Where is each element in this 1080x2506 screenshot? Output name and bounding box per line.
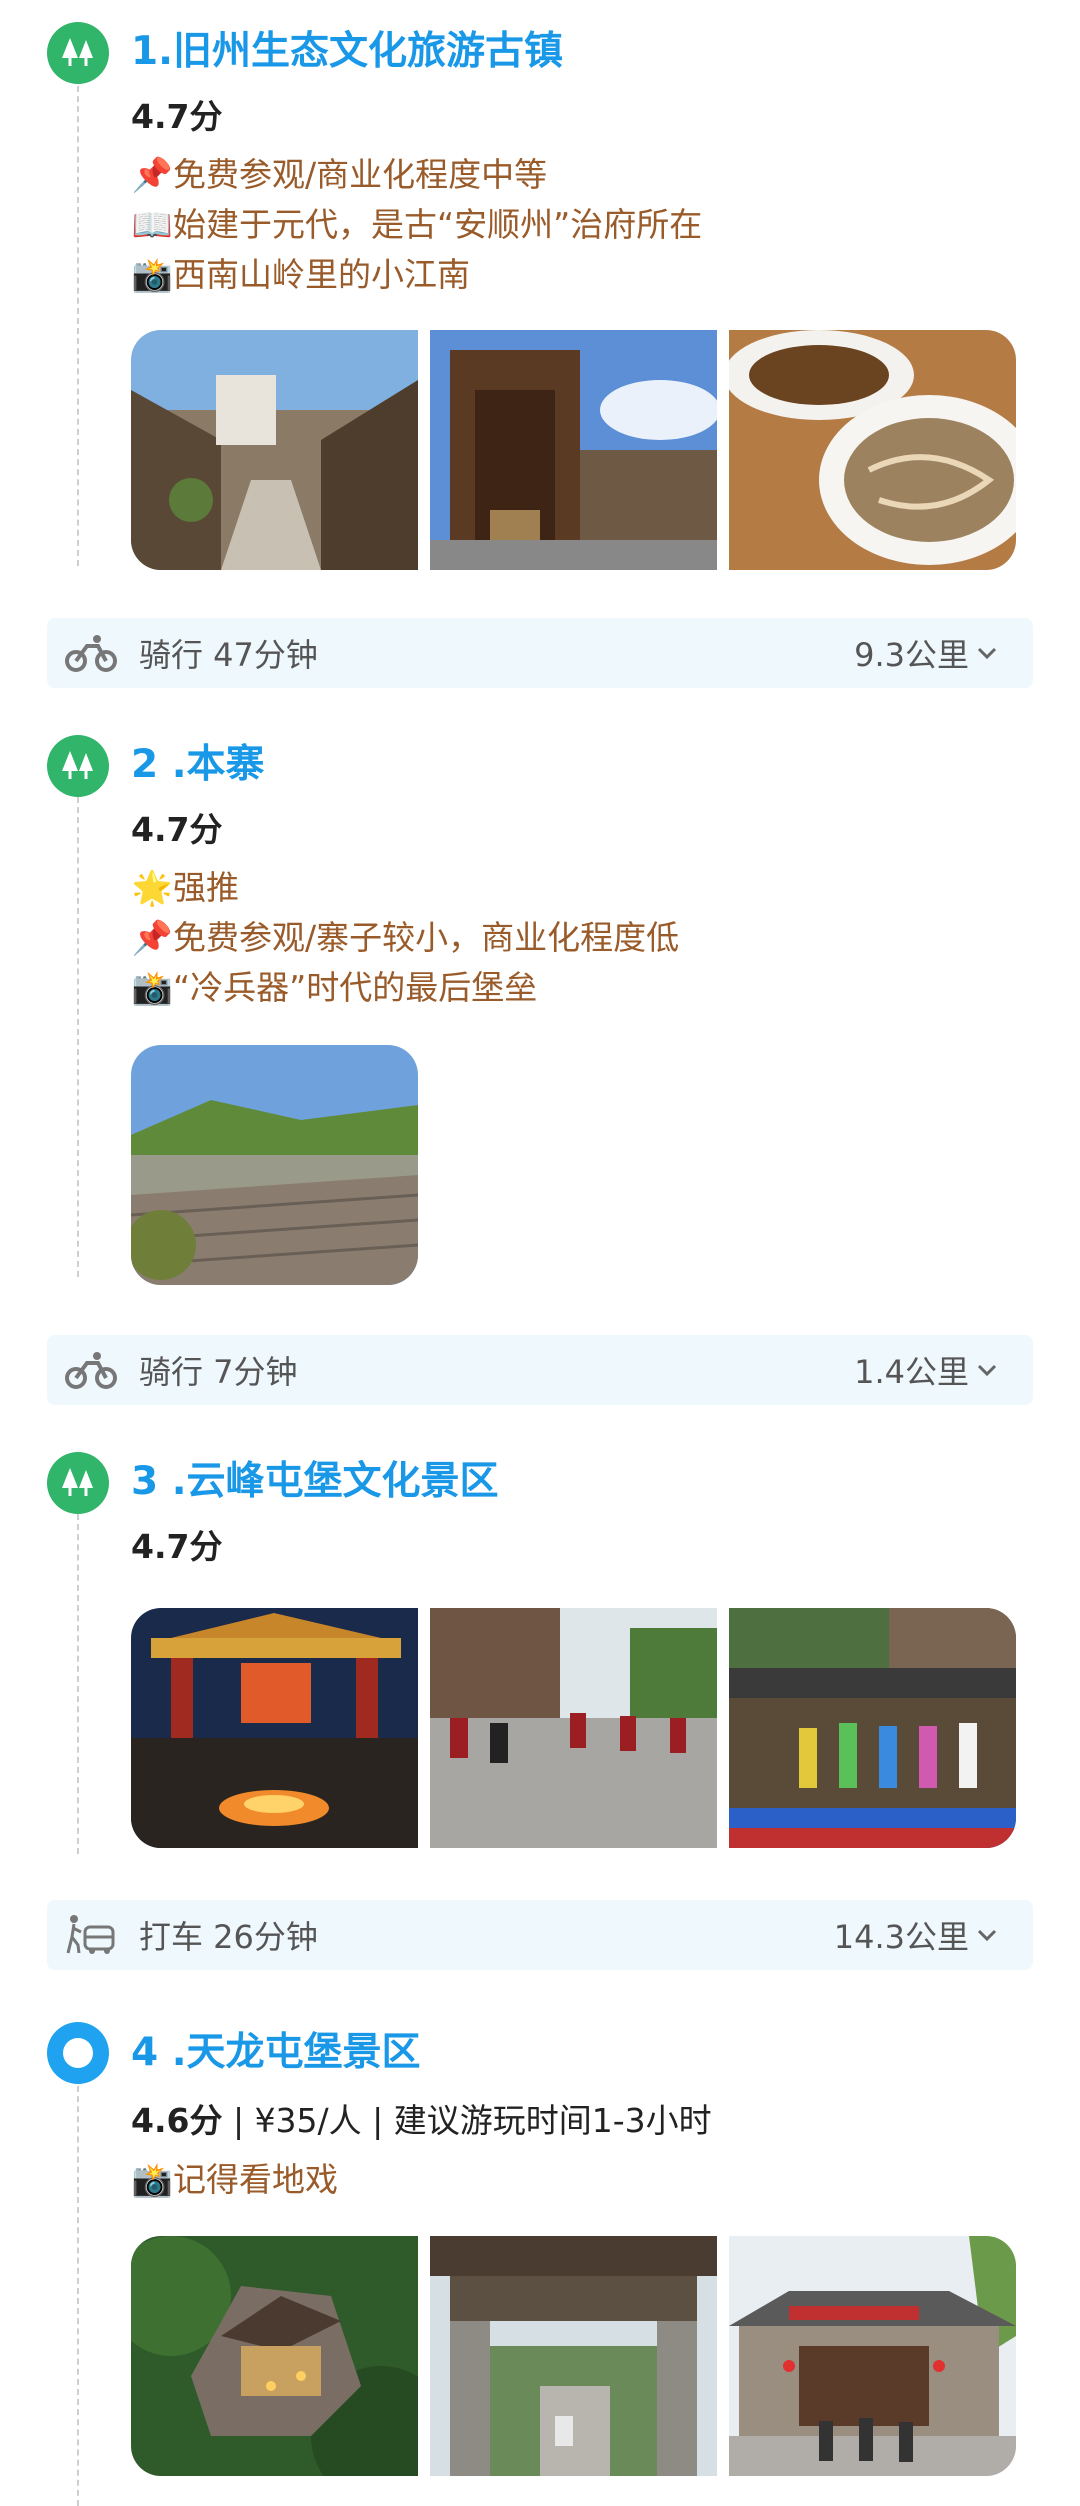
tree-icon	[47, 22, 109, 84]
spot-tagline: 📌免费参观/商业化程度中等	[131, 152, 547, 198]
bike-icon	[61, 1348, 121, 1392]
camera-icon: 📸	[131, 2160, 173, 2199]
spot-rating: 4.6分 | ¥35/人 | 建议游玩时间1-3小时	[131, 2101, 712, 2140]
current-location-icon	[47, 2022, 109, 2084]
spot-photo[interactable]	[131, 2236, 418, 2476]
spot-photo[interactable]	[131, 1045, 418, 1285]
photo-strip	[131, 2236, 1016, 2476]
spot-title[interactable]: 4 .天龙屯堡景区	[131, 2028, 421, 2078]
transport-bar[interactable]: 打车 26分钟 14.3公里	[47, 1900, 1033, 1970]
pin-icon: 📌	[131, 155, 173, 194]
spot-title[interactable]: 2 .本寨	[131, 740, 265, 790]
taxi-icon	[61, 1913, 121, 1957]
transport-distance: 9.3公里	[854, 636, 969, 674]
transport-mode: 打车 26分钟	[139, 1918, 318, 1956]
spot-title[interactable]: 1.旧州生态文化旅游古镇	[131, 27, 563, 77]
spot-photo[interactable]	[430, 1608, 717, 1848]
timeline-line	[77, 797, 79, 1277]
book-icon: 📖	[131, 205, 173, 244]
spot-title[interactable]: 3 .云峰屯堡文化景区	[131, 1457, 499, 1507]
tree-icon	[47, 735, 109, 797]
timeline-line	[77, 1514, 79, 1854]
location-dot	[63, 2038, 93, 2068]
chevron-down-icon[interactable]	[977, 1355, 997, 1385]
camera-icon: 📸	[131, 968, 173, 1007]
star-icon: 🌟	[131, 868, 173, 907]
transport-distance: 14.3公里	[833, 1918, 969, 1956]
tree-icon	[47, 1452, 109, 1514]
spot-photo[interactable]	[430, 2236, 717, 2476]
spot-rating: 4.7分	[131, 810, 223, 849]
photo-strip	[131, 1608, 1016, 1848]
spot-photo[interactable]	[729, 1608, 1016, 1848]
spot-tagline: 📸西南山岭里的小江南	[131, 252, 470, 298]
spot-photo[interactable]	[729, 330, 1016, 570]
spot-tagline: 🌟强推	[131, 865, 239, 911]
transport-mode: 骑行 47分钟	[139, 636, 318, 674]
spot-rating: 4.7分	[131, 1527, 223, 1566]
photo-strip	[131, 330, 1016, 570]
spot-photo[interactable]	[430, 330, 717, 570]
transport-mode: 骑行 7分钟	[139, 1353, 298, 1391]
spot-info: | ¥35/人 | 建议游玩时间1-3小时	[222, 2101, 712, 2140]
chevron-down-icon[interactable]	[977, 638, 997, 668]
spot-tagline: 📖始建于元代，是古“安顺州”治府所在	[131, 202, 702, 248]
timeline-line	[77, 2086, 79, 2506]
spot-tagline: 📸记得看地戏	[131, 2157, 338, 2203]
spot-photo[interactable]	[131, 330, 418, 570]
spot-tagline: 📸“冷兵器”时代的最后堡垒	[131, 965, 537, 1011]
transport-distance: 1.4公里	[854, 1353, 969, 1391]
itinerary-page: 1.旧州生态文化旅游古镇 4.7分 📌免费参观/商业化程度中等 📖始建于元代，是…	[0, 0, 1080, 2506]
pin-icon: 📌	[131, 918, 173, 957]
spot-rating: 4.7分	[131, 97, 223, 136]
transport-bar[interactable]: 骑行 47分钟 9.3公里	[47, 618, 1033, 688]
chevron-down-icon[interactable]	[977, 1920, 997, 1950]
photo-strip	[131, 1045, 418, 1285]
spot-photo[interactable]	[131, 1608, 418, 1848]
bike-icon	[61, 631, 121, 675]
spot-tagline: 📌免费参观/寨子较小，商业化程度低	[131, 915, 679, 961]
timeline-line	[77, 86, 79, 566]
transport-bar[interactable]: 骑行 7分钟 1.4公里	[47, 1335, 1033, 1405]
spot-photo[interactable]	[729, 2236, 1016, 2476]
camera-icon: 📸	[131, 255, 173, 294]
